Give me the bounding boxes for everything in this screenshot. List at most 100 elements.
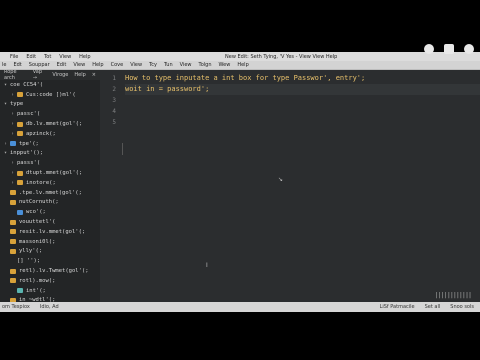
tree-item[interactable]: wco'(;: [0, 207, 100, 217]
gear-icon[interactable]: [424, 44, 434, 54]
tree-item-label: tpe'(;: [19, 140, 39, 147]
tree-item-label: passc'(: [17, 111, 41, 118]
tree-item[interactable]: › passc'(: [0, 109, 100, 119]
menu2-item[interactable]: Tcy: [149, 62, 157, 68]
tree-item[interactable]: .tpe.lv.mmet(gol'(;: [0, 188, 100, 198]
tree-item-label: int'(;: [26, 287, 46, 294]
sidebar-tab[interactable]: Help: [74, 72, 85, 78]
tree-item-label: Cus:code [)ml'(: [26, 91, 76, 98]
code-area[interactable]: How to type inputate a int box for type …: [125, 73, 480, 128]
text-cursor-icon: I: [206, 262, 208, 269]
tree-item-label: [] '');: [17, 258, 41, 265]
player-controls: [424, 43, 474, 55]
menu-file[interactable]: File: [10, 54, 18, 60]
code-line[interactable]: [125, 117, 480, 128]
tree-item[interactable]: › Cus:code [)ml'(: [0, 90, 100, 100]
tree-item[interactable]: retl).lv.Twmet(gol'(;: [0, 266, 100, 276]
code-line[interactable]: How to type inputate a int box for type …: [125, 73, 480, 84]
tree-item[interactable]: › db.lv.mmet(gol'(;: [0, 119, 100, 129]
status-left: om Tespiox: [2, 304, 30, 310]
file-icon: [17, 288, 23, 294]
tree-item-label: resit.lv.mmet(gol'(;: [19, 228, 86, 235]
menu2-item[interactable]: Edt: [13, 62, 21, 68]
tree-item[interactable]: int'(;: [0, 286, 100, 296]
line-number-gutter: 1 2 3 4 5: [100, 70, 120, 302]
close-icon[interactable]: ×: [92, 72, 96, 78]
menu2-item[interactable]: Help: [92, 62, 103, 68]
tree-item[interactable]: massoni0l(;: [0, 237, 100, 247]
menu-view[interactable]: View: [59, 54, 71, 60]
menu-tot[interactable]: Tot: [44, 54, 51, 60]
tree-item[interactable]: › inotore(;: [0, 178, 100, 188]
tree-item-label: .tpe.lv.mmet(gol'(;: [19, 189, 82, 196]
file-icon: [10, 141, 16, 147]
sidebar-tab[interactable]: Vap →: [33, 69, 47, 81]
menu2-item[interactable]: Tolgn: [199, 62, 212, 68]
menu2-item[interactable]: Wew: [219, 62, 231, 68]
folder-icon: [10, 239, 16, 245]
menu2-item[interactable]: Help: [237, 62, 248, 68]
folder-icon: [17, 121, 23, 127]
folder-icon: [10, 248, 16, 254]
mouse-pointer-icon: ↘: [278, 176, 284, 183]
menu2-item[interactable]: Tun: [164, 62, 173, 68]
line-number: 3: [112, 97, 116, 104]
letterbox-bottom: [0, 312, 480, 360]
tree-item-label: dtupt.mmet(gol'(;: [26, 170, 83, 177]
code-editor[interactable]: 1 2 3 4 5 How to type inputate a int box…: [100, 70, 480, 302]
tree-item[interactable]: [] '');: [0, 256, 100, 266]
more-icon[interactable]: [464, 44, 474, 54]
tree-item[interactable]: ▾ coe CC54'(: [0, 80, 100, 90]
status-extra[interactable]: Snoo sols: [450, 304, 474, 310]
tree-item[interactable]: › tpe'(;: [0, 139, 100, 149]
menu2-item[interactable]: Edit: [57, 62, 67, 68]
menu-edit[interactable]: Edit: [26, 54, 36, 60]
folder-icon: [10, 268, 16, 274]
tree-item-label: retl).lv.Twmet(gol'(;: [19, 268, 89, 275]
tree-item-label: db.lv.mmet(gol'(;: [26, 121, 83, 128]
tree-item-label: vouuttetl'(: [19, 219, 56, 226]
menu-help[interactable]: Help: [79, 54, 90, 60]
sidebar-tab[interactable]: Rope arch: [4, 69, 27, 81]
file-icon: [17, 209, 23, 215]
line-number: 1: [112, 75, 116, 82]
tree-item-label: wco'(;: [26, 209, 46, 216]
sidebar-tab[interactable]: Viroge: [52, 72, 68, 78]
line-number: 4: [112, 108, 116, 115]
tree-item-label: coe CC54'(: [10, 81, 44, 88]
tree-item[interactable]: ▾ type: [0, 100, 100, 110]
tree-item-label: massoni0l(;: [19, 238, 56, 245]
code-line[interactable]: [125, 95, 480, 106]
indent-guide: [122, 143, 123, 155]
code-line-active[interactable]: woit in = password';: [125, 84, 480, 95]
status-syntax[interactable]: LiSf Patmacile: [380, 304, 415, 310]
folder-icon: [17, 92, 23, 98]
menu2-item[interactable]: View: [130, 62, 142, 68]
tree-item[interactable]: › passs'(: [0, 158, 100, 168]
tree-item-label: type: [10, 101, 24, 108]
line-number: 5: [112, 119, 116, 126]
tree-item[interactable]: ylly'(;: [0, 247, 100, 257]
tree-item[interactable]: ▾ inpput'();: [0, 149, 100, 159]
folder-icon: [10, 278, 16, 284]
tree-item[interactable]: › dtupt.mmet(gol'(;: [0, 168, 100, 178]
tree-item[interactable]: resit.lv.mmet(gol'(;: [0, 227, 100, 237]
fullscreen-icon[interactable]: [444, 44, 454, 54]
tree-item-label: inotore(;: [26, 179, 56, 186]
tree-item[interactable]: rotl).mow(;: [0, 276, 100, 286]
menu2-item[interactable]: Souppar: [29, 62, 50, 68]
folder-icon: [17, 170, 23, 176]
tree-item-label: nutCornuth(;: [19, 199, 59, 206]
code-line[interactable]: [125, 106, 480, 117]
minimap-ticks: ||||||||||||: [435, 292, 472, 299]
menu2-item[interactable]: View: [180, 62, 192, 68]
menu2-item[interactable]: View: [73, 62, 85, 68]
folder-icon: [17, 180, 23, 186]
status-settings[interactable]: Set all: [425, 304, 441, 310]
tree-item[interactable]: vouuttetl'(: [0, 217, 100, 227]
menu2-item[interactable]: Cove: [111, 62, 124, 68]
menu2-item[interactable]: le: [2, 62, 6, 68]
tree-item-label: inpput'();: [10, 150, 44, 157]
tree-item[interactable]: nutCornuth(;: [0, 198, 100, 208]
tree-item[interactable]: › apzinck(;: [0, 129, 100, 139]
